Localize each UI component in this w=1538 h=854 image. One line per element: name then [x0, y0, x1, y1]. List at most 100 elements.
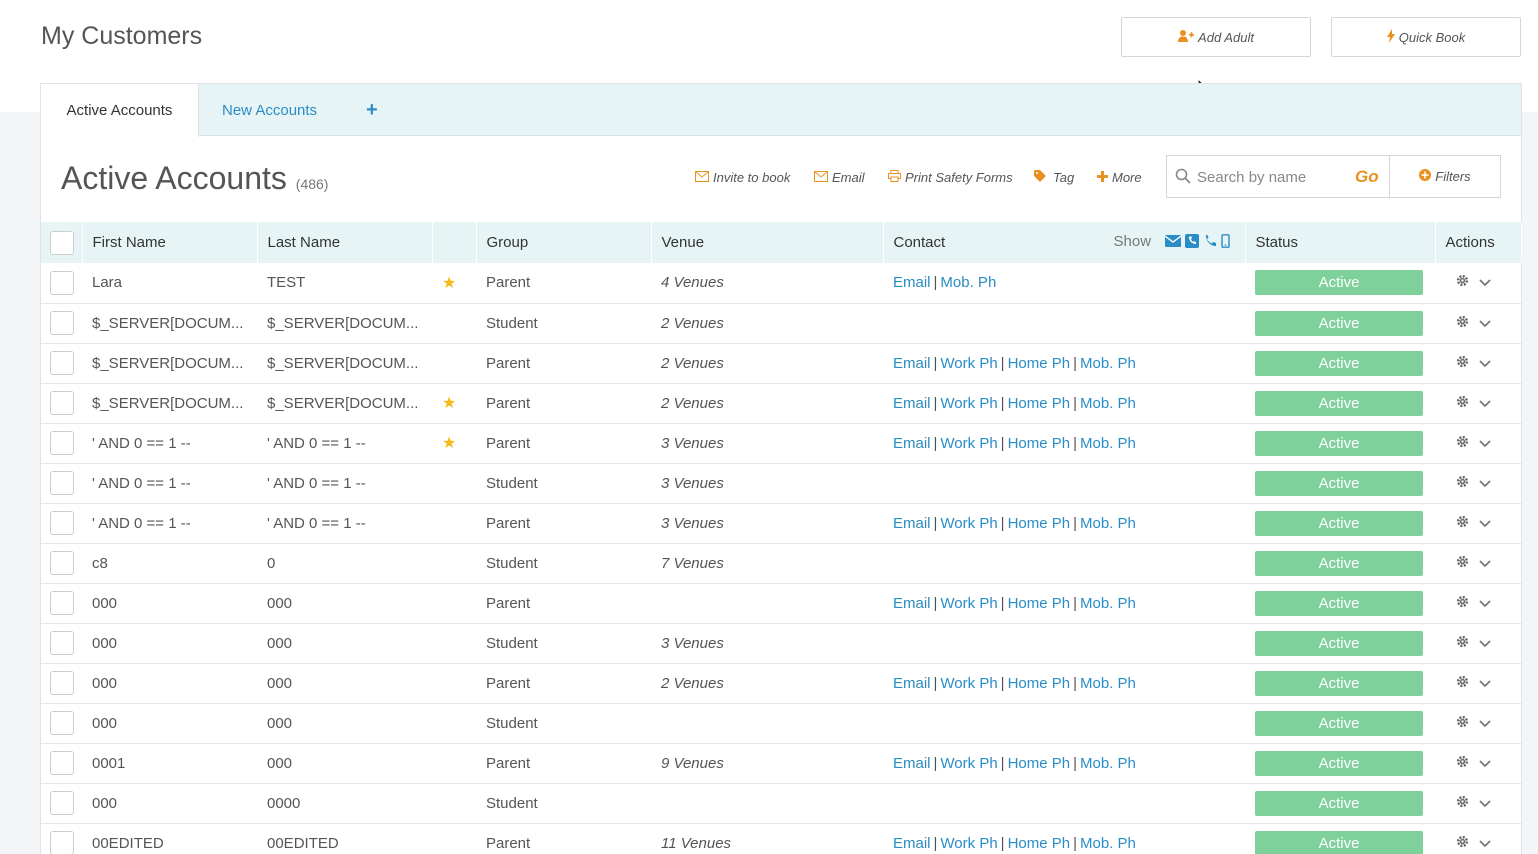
gear-icon[interactable] [1456, 274, 1469, 291]
chevron-down-icon[interactable] [1479, 715, 1491, 732]
contact-email-link[interactable]: Email [893, 395, 931, 412]
row-checkbox[interactable] [50, 351, 74, 375]
contact-email-link[interactable]: Email [893, 355, 931, 372]
email-link[interactable]: Email [814, 170, 865, 185]
contact-mob-link[interactable]: Mob. Ph [1080, 435, 1136, 452]
gear-icon[interactable] [1456, 635, 1469, 652]
gear-icon[interactable] [1456, 675, 1469, 692]
contact-work-link[interactable]: Work Ph [940, 395, 997, 412]
contact-home-link[interactable]: Home Ph [1008, 435, 1071, 452]
chevron-down-icon[interactable] [1479, 755, 1491, 772]
contact-home-link[interactable]: Home Ph [1008, 395, 1071, 412]
star-icon[interactable]: ★ [442, 435, 456, 452]
contact-mob-link[interactable]: Mob. Ph [1080, 515, 1136, 532]
contact-email-link[interactable]: Email [893, 675, 931, 692]
contact-mob-link[interactable]: Mob. Ph [1080, 395, 1136, 412]
row-checkbox[interactable] [50, 391, 74, 415]
chevron-down-icon[interactable] [1479, 355, 1491, 372]
contact-email-link[interactable]: Email [893, 515, 931, 532]
add-adult-button[interactable]: Add Adult [1121, 17, 1311, 57]
chevron-down-icon[interactable] [1479, 475, 1491, 492]
chevron-down-icon[interactable] [1479, 315, 1491, 332]
row-checkbox[interactable] [50, 311, 74, 335]
chevron-down-icon[interactable] [1479, 835, 1491, 852]
contact-home-link[interactable]: Home Ph [1008, 835, 1071, 852]
search-input[interactable] [1197, 164, 1347, 190]
row-checkbox[interactable] [50, 631, 74, 655]
contact-email-link[interactable]: Email [893, 595, 931, 612]
contact-work-link[interactable]: Work Ph [940, 835, 997, 852]
contact-work-link[interactable]: Work Ph [940, 755, 997, 772]
row-checkbox[interactable] [50, 471, 74, 495]
gear-icon[interactable] [1456, 435, 1469, 452]
table-row[interactable]: 000 000 Parent 2 Venues Email | Work Ph | Home P… [41, 663, 1521, 703]
table-row[interactable]: $_SERVER[DOCUM... $_SERVER[DOCUM... Parent… [41, 343, 1521, 383]
chevron-down-icon[interactable] [1479, 395, 1491, 412]
contact-mob-link[interactable]: Mob. Ph [1080, 675, 1136, 692]
row-checkbox[interactable] [50, 431, 74, 455]
chevron-down-icon[interactable] [1479, 795, 1491, 812]
contact-mob-link[interactable]: Mob. Ph [1080, 355, 1136, 372]
contact-home-link[interactable]: Home Ph [1008, 515, 1071, 532]
contact-work-link[interactable]: Work Ph [940, 595, 997, 612]
contact-home-link[interactable]: Home Ph [1008, 595, 1071, 612]
col-status[interactable]: Status [1245, 222, 1436, 263]
tab-new-accounts[interactable]: New Accounts [222, 84, 317, 136]
gear-icon[interactable] [1456, 795, 1469, 812]
row-checkbox[interactable] [50, 831, 74, 854]
star-icon[interactable]: ★ [442, 275, 456, 292]
contact-home-link[interactable]: Home Ph [1008, 355, 1071, 372]
table-row[interactable]: ' AND 0 == 1 -- ' AND 0 == 1 -- Parent 3 Ve… [41, 503, 1521, 543]
add-tab-button[interactable]: + [366, 84, 378, 136]
gear-icon[interactable] [1456, 355, 1469, 372]
contact-email-link[interactable]: Email [893, 435, 931, 452]
more-link[interactable]: More [1097, 170, 1142, 185]
contact-work-link[interactable]: Work Ph [940, 675, 997, 692]
row-checkbox[interactable] [50, 270, 74, 295]
show-mobile-icon[interactable] [1220, 234, 1230, 252]
chevron-down-icon[interactable] [1479, 595, 1491, 612]
row-checkbox[interactable] [50, 511, 74, 535]
tab-active-accounts[interactable]: Active Accounts [41, 84, 199, 137]
chevron-down-icon[interactable] [1479, 635, 1491, 652]
contact-home-link[interactable]: Home Ph [1008, 755, 1071, 772]
show-email-icon[interactable] [1164, 234, 1181, 252]
table-row[interactable]: c8 0 Student 7 Venues Active [41, 543, 1521, 583]
row-checkbox[interactable] [50, 671, 74, 695]
contact-email-link[interactable]: Email [893, 274, 931, 291]
gear-icon[interactable] [1456, 555, 1469, 572]
table-row[interactable]: ' AND 0 == 1 -- ' AND 0 == 1 -- ★ Parent 3 V… [41, 423, 1521, 463]
gear-icon[interactable] [1456, 755, 1469, 772]
col-venue[interactable]: Venue [651, 222, 884, 263]
contact-mob-link[interactable]: Mob. Ph [1080, 595, 1136, 612]
gear-icon[interactable] [1456, 315, 1469, 332]
table-row[interactable]: Lara TEST ★ Parent 4 Venues Email | Mob. Ph Acti… [41, 263, 1521, 303]
table-row[interactable]: 0001 000 Parent 9 Venues Email | Work Ph | Home … [41, 743, 1521, 783]
contact-work-link[interactable]: Work Ph [940, 435, 997, 452]
show-home-phone-icon[interactable] [1203, 234, 1217, 252]
gear-icon[interactable] [1456, 395, 1469, 412]
col-first-name[interactable]: First Name [82, 222, 258, 263]
tag-link[interactable]: Tag [1034, 170, 1074, 185]
gear-icon[interactable] [1456, 715, 1469, 732]
table-row[interactable]: 00EDITED 00EDITED Parent 11 Venues Email | Wor… [41, 823, 1521, 854]
chevron-down-icon[interactable] [1479, 515, 1491, 532]
col-group[interactable]: Group [476, 222, 652, 263]
row-checkbox[interactable] [50, 591, 74, 615]
table-row[interactable]: 000 000 Student 3 Venues Active [41, 623, 1521, 663]
contact-mob-link[interactable]: Mob. Ph [1080, 755, 1136, 772]
contact-work-link[interactable]: Work Ph [940, 355, 997, 372]
gear-icon[interactable] [1456, 475, 1469, 492]
row-checkbox[interactable] [50, 711, 74, 735]
filters-button[interactable]: Filters [1389, 155, 1501, 198]
gear-icon[interactable] [1456, 835, 1469, 852]
col-last-name[interactable]: Last Name [257, 222, 433, 263]
contact-email-link[interactable]: Email [893, 835, 931, 852]
chevron-down-icon[interactable] [1479, 675, 1491, 692]
table-row[interactable]: $_SERVER[DOCUM... $_SERVER[DOCUM... Studen… [41, 303, 1521, 343]
table-row[interactable]: 000 0000 Student Active [41, 783, 1521, 823]
go-button[interactable]: Go [1355, 167, 1379, 187]
table-row[interactable]: 000 000 Student Active [41, 703, 1521, 743]
chevron-down-icon[interactable] [1479, 435, 1491, 452]
contact-mob-link[interactable]: Mob. Ph [1080, 835, 1136, 852]
